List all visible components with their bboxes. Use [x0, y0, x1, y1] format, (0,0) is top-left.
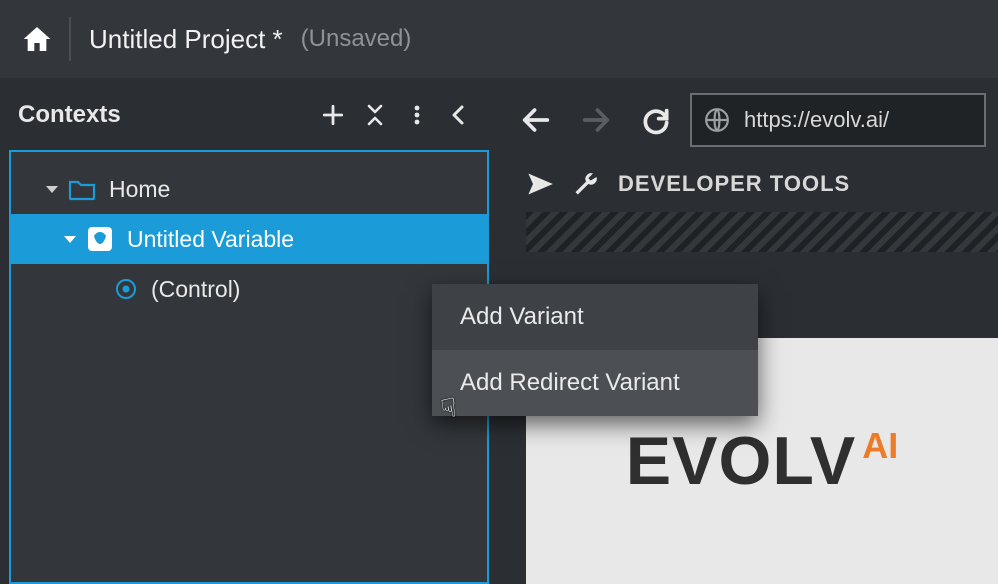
globe-icon — [704, 107, 730, 133]
context-menu: Add Variant Add Redirect Variant — [432, 284, 758, 416]
variable-icon — [83, 226, 117, 252]
sidebar-title: Contexts — [18, 101, 312, 129]
chevron-left-icon — [447, 103, 471, 127]
menu-add-redirect-variant[interactable]: Add Redirect Variant — [432, 350, 758, 416]
logo-text-ai: AI — [862, 425, 898, 467]
kebab-icon — [405, 103, 429, 127]
add-context-button[interactable] — [312, 94, 354, 136]
devtools-label: DEVELOPER TOOLS — [618, 171, 850, 197]
logo-text-main: EVOLV — [626, 422, 856, 500]
disclosure-toggle[interactable] — [39, 181, 65, 197]
tree-node-control[interactable]: (Control) — [11, 264, 487, 314]
triangle-down-icon — [44, 181, 60, 197]
collapse-icon — [363, 103, 387, 127]
send-icon — [526, 170, 554, 198]
home-icon — [21, 23, 53, 55]
browser-nav-bar: https://evolv.ai/ — [498, 84, 998, 156]
reload-icon — [640, 104, 672, 136]
address-url: https://evolv.ai/ — [744, 107, 889, 133]
collapse-all-button[interactable] — [354, 94, 396, 136]
unsaved-indicator: (Unsaved) — [301, 25, 412, 53]
project-title[interactable]: Untitled Project * — [89, 24, 283, 55]
tree-node-home[interactable]: Home — [11, 164, 487, 214]
topbar-separator — [69, 17, 71, 61]
collapse-sidebar-button[interactable] — [438, 94, 480, 136]
home-button[interactable] — [15, 17, 59, 61]
arrow-left-icon — [519, 103, 553, 137]
wrench-icon — [572, 170, 600, 198]
nav-forward-button[interactable] — [570, 96, 622, 144]
control-icon — [111, 278, 141, 300]
devtools-header[interactable]: DEVELOPER TOOLS — [498, 156, 998, 212]
contexts-tree: Home Untitled Variable (Control) — [9, 150, 489, 584]
stripe-divider — [526, 212, 998, 252]
sidebar-header: Contexts — [0, 84, 498, 146]
disclosure-toggle[interactable] — [57, 231, 83, 247]
tree-node-label: Home — [109, 176, 170, 203]
tree-node-variable[interactable]: Untitled Variable — [11, 214, 487, 264]
evolv-logo: EVOLV AI — [626, 422, 898, 500]
menu-add-variant[interactable]: Add Variant — [432, 284, 758, 350]
more-options-button[interactable] — [396, 94, 438, 136]
arrow-right-icon — [579, 103, 613, 137]
tree-node-label: (Control) — [151, 276, 240, 303]
tree-node-label: Untitled Variable — [127, 226, 294, 253]
nav-reload-button[interactable] — [630, 96, 682, 144]
top-bar: Untitled Project * (Unsaved) — [0, 0, 998, 78]
plus-icon — [320, 102, 346, 128]
address-bar[interactable]: https://evolv.ai/ — [690, 93, 986, 147]
folder-icon — [65, 177, 99, 201]
nav-back-button[interactable] — [510, 96, 562, 144]
triangle-down-icon — [62, 231, 78, 247]
contexts-sidebar: Contexts — [0, 78, 498, 584]
